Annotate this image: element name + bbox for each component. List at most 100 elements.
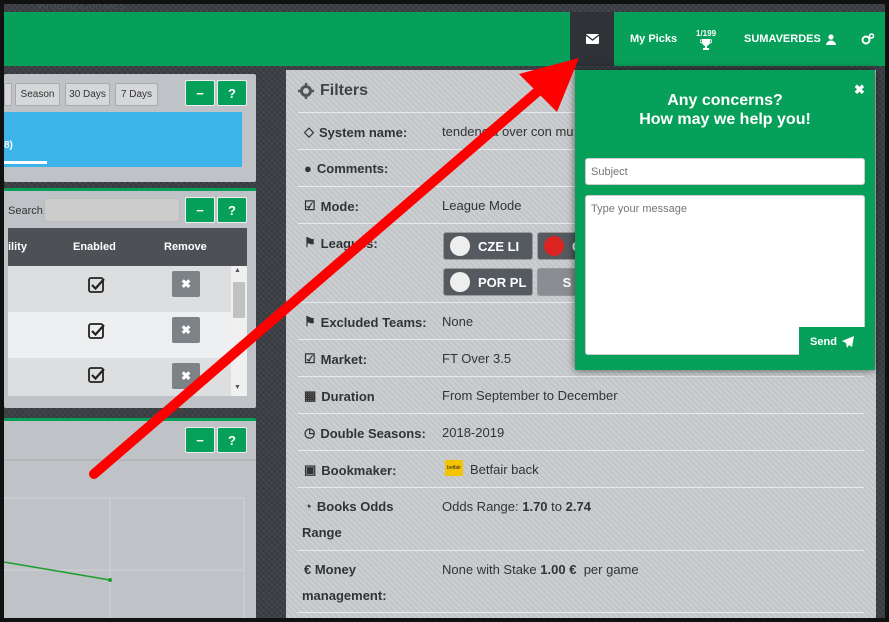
duration-value: From September to December — [442, 388, 618, 403]
column-header-enabled[interactable]: Enabled — [73, 241, 116, 253]
table-scrollbar[interactable]: ▲ ▼ — [231, 266, 247, 396]
popup-title-line1: Any concerns? — [667, 92, 783, 109]
background-text: Around Comnes — [38, 0, 125, 12]
search-input[interactable] — [44, 198, 180, 222]
league-name: POR PL — [478, 274, 527, 290]
cog-icon — [298, 83, 314, 99]
send-button[interactable]: Send — [799, 327, 865, 357]
duration-label-wrap: ▦ Duration — [304, 388, 375, 404]
odds-to: to — [551, 499, 563, 514]
filter-row-double-seasons: ◷ Double Seasons: 2018-2019 — [298, 413, 864, 450]
chart-point — [108, 578, 112, 582]
excluded-teams-label: Excluded Teams: — [320, 314, 427, 330]
settings-button[interactable] — [861, 12, 875, 66]
filter-row-books-odds: ◔ Books Odds Range Odds Range: 1.70 to 2.… — [298, 487, 864, 550]
table-row: ✖ — [8, 266, 231, 312]
popup-title-line2: How may we help you! — [639, 111, 811, 128]
bar-value: 8) — [4, 140, 13, 151]
column-header-remove[interactable]: Remove — [164, 241, 207, 253]
books-odds-label: Books Odds — [316, 499, 394, 514]
checkbox-checked-icon[interactable] — [88, 322, 106, 340]
league-name: S — [562, 274, 572, 290]
help-button[interactable]: ? — [217, 80, 247, 106]
money-label: € Money — [304, 562, 357, 577]
bookmaker-label-wrap: ▣ Bookmaker: — [304, 462, 396, 478]
leagues-label-wrap: ⚑ Leagues: — [304, 235, 378, 251]
league-chip-por[interactable]: POR PL — [443, 268, 533, 296]
remove-button[interactable]: ✖ — [172, 317, 200, 343]
excluded-label-wrap: ⚑ Excluded Teams: — [304, 314, 427, 330]
system-name-label: System name: — [319, 124, 408, 140]
checkbox-checked-icon[interactable] — [88, 366, 106, 384]
tab-partial[interactable] — [4, 83, 12, 106]
picks-count: 1/199 — [696, 28, 717, 38]
tab-30-days[interactable]: 30 Days — [65, 83, 110, 106]
check-square-icon: ☑ — [304, 351, 316, 366]
comments-label-wrap: ● Comments: — [304, 161, 388, 176]
calendar-icon: ▦ — [304, 388, 317, 403]
odds-range-prefix: Odds Range: — [442, 499, 519, 514]
top-navbar: My Picks 1/199 SUMAVERDES — [4, 12, 885, 66]
help-button-3[interactable]: ? — [217, 427, 247, 453]
books-odds-label-wrap: ◔ Books Odds — [304, 499, 393, 514]
popup-title: Any concerns? How may we help you! — [575, 91, 875, 129]
flag-icon: ⚑ — [304, 235, 316, 250]
my-picks-link[interactable]: My Picks — [630, 12, 677, 66]
scroll-up-icon[interactable]: ▲ — [234, 267, 241, 274]
money-prefix: None with Stake — [442, 562, 537, 577]
diamond-icon: ◇ — [304, 124, 314, 139]
column-header-ility[interactable]: ility — [8, 241, 27, 253]
league-logo-icon — [450, 272, 470, 292]
leagues-label: Leagues: — [320, 235, 378, 251]
close-icon: ✖ — [180, 323, 192, 337]
mode-value: League Mode — [442, 198, 522, 213]
user-menu[interactable]: SUMAVERDES — [744, 12, 836, 66]
checkbox-checked-icon[interactable] — [88, 276, 106, 294]
filters-title: Filters — [320, 82, 369, 99]
odds-min: 1.70 — [522, 499, 548, 514]
scrollbar-thumb[interactable] — [233, 282, 245, 318]
trophy-counter[interactable]: 1/199 — [696, 12, 716, 66]
check-square-icon: ☑ — [304, 198, 316, 213]
scroll-down-icon[interactable]: ▼ — [234, 384, 241, 391]
double-seasons-label: Double Seasons: — [320, 425, 426, 441]
league-logo-icon — [450, 236, 470, 256]
filter-row-duration: ▦ Duration From September to December — [298, 376, 864, 413]
table-row: ✖ — [8, 358, 231, 396]
flag-icon: ⚑ — [304, 314, 316, 329]
progress-bar-area: 8) — [4, 112, 242, 167]
filter-row-bookmaker: ▣ Bookmaker: betfair Betfair back — [298, 450, 864, 487]
remove-button[interactable]: ✖ — [172, 363, 200, 389]
close-icon: ✖ — [180, 277, 192, 291]
mode-label: Mode: — [320, 198, 359, 214]
tab-season[interactable]: Season — [15, 83, 60, 106]
envelope-icon — [585, 34, 599, 44]
table-row: ✖ — [8, 312, 231, 358]
table-header: ility Enabled Remove — [8, 228, 247, 266]
send-label: Send — [810, 336, 837, 348]
subject-input[interactable] — [585, 158, 865, 185]
collapse-button[interactable]: − — [185, 80, 215, 106]
double-seasons-value: 2018-2019 — [442, 425, 505, 440]
league-chip-cze[interactable]: CZE LI — [443, 232, 533, 260]
collapse-button-2[interactable]: − — [185, 197, 215, 223]
filters-header: Filters — [298, 82, 368, 100]
tachometer-icon: ◔ — [304, 499, 312, 514]
market-value: FT Over 3.5 — [442, 351, 512, 366]
contact-button[interactable] — [570, 12, 614, 66]
money-bill-icon: ▣ — [304, 462, 317, 477]
money-suffix: per game — [583, 562, 639, 577]
bookmaker-value: Betfair back — [470, 462, 539, 477]
market-label-wrap: ☑ Market: — [304, 351, 367, 367]
help-button-2[interactable]: ? — [217, 197, 247, 223]
odds-range-value: Odds Range: 1.70 to 2.74 — [442, 499, 591, 514]
money-value: None with Stake 1.00 € per game — [442, 562, 639, 577]
tab-7-days[interactable]: 7 Days — [115, 83, 158, 106]
bar-fill — [4, 161, 47, 164]
double-seasons-label-wrap: ◷ Double Seasons: — [304, 425, 426, 441]
remove-button[interactable]: ✖ — [172, 271, 200, 297]
odds-max: 2.74 — [565, 499, 591, 514]
collapse-button-3[interactable]: − — [185, 427, 215, 453]
bookmaker-label: Bookmaker: — [321, 462, 397, 478]
user-icon — [825, 33, 836, 45]
